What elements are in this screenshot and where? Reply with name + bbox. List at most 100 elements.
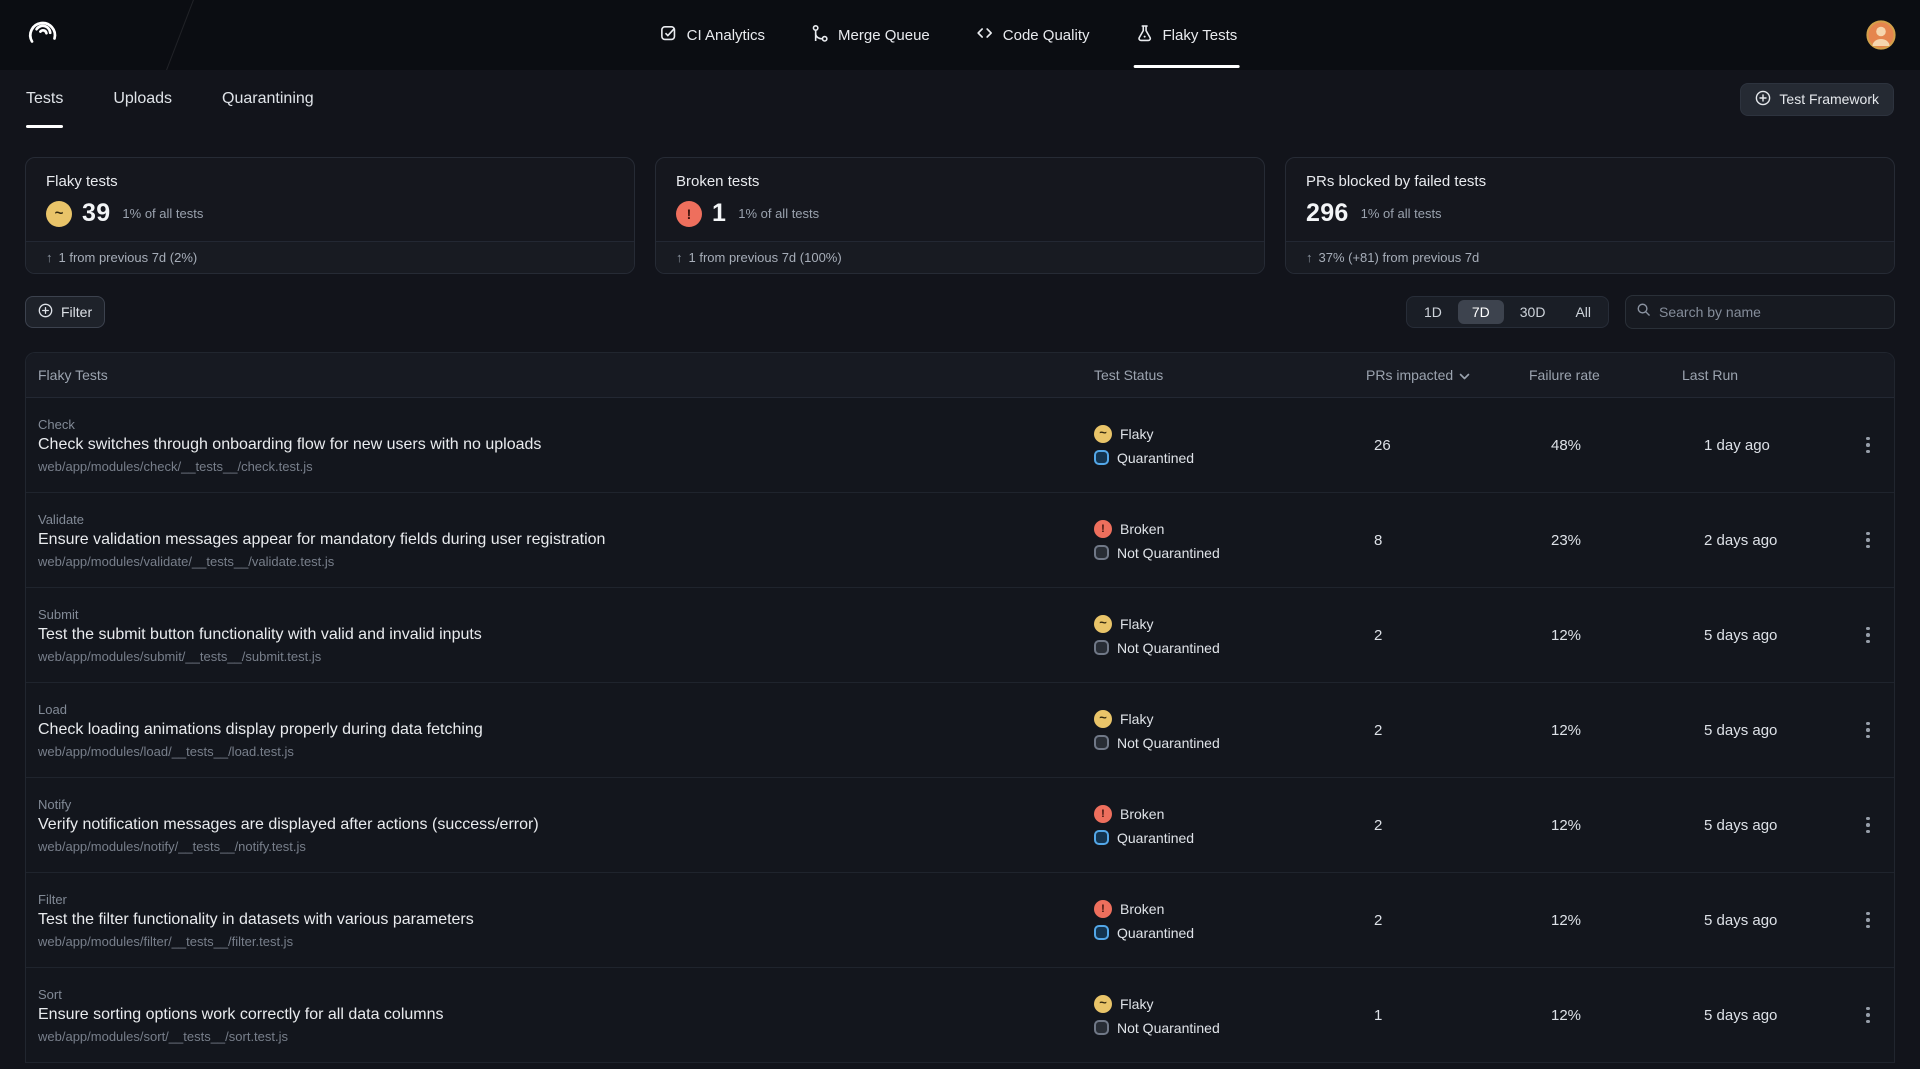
stat-card-flaky-tests: Flaky tests ~ 39 1% of all tests ↑ 1 fro… [25, 157, 635, 274]
quarantine-status-icon [1094, 830, 1109, 845]
test-title: Test the submit button functionality wit… [38, 626, 1082, 644]
stat-percentage: 1% of all tests [122, 206, 203, 221]
column-last-run: Last Run [1682, 367, 1842, 383]
table-row[interactable]: Notify Verify notification messages are … [26, 778, 1894, 873]
test-group: Submit [38, 607, 1082, 622]
app-header: CI Analytics Merge Queue Code Quality [0, 0, 1920, 70]
search-box [1625, 295, 1895, 329]
range-all[interactable]: All [1561, 300, 1605, 324]
nav-item-merge-queue[interactable]: Merge Queue [811, 0, 930, 70]
test-group: Sort [38, 987, 1082, 1002]
range-7d[interactable]: 7D [1458, 300, 1504, 324]
header-divider-slash [162, 0, 197, 81]
failure-rate-value: 48% [1529, 437, 1682, 454]
row-menu-button[interactable] [1860, 621, 1876, 650]
test-framework-button[interactable]: Test Framework [1740, 83, 1894, 116]
test-status-label: Flaky [1120, 426, 1153, 442]
arrow-up-icon: ↑ [46, 250, 53, 265]
row-menu-button[interactable] [1860, 1001, 1876, 1030]
prs-impacted-value: 2 [1366, 627, 1529, 644]
arrow-up-icon: ↑ [676, 250, 683, 265]
filter-button[interactable]: Filter [25, 296, 105, 328]
table-row[interactable]: Validate Ensure validation messages appe… [26, 493, 1894, 588]
quarantine-status-icon [1094, 735, 1109, 750]
stat-card-prs-blocked: PRs blocked by failed tests 296 1% of al… [1285, 157, 1895, 274]
stat-value: 296 [1306, 199, 1349, 228]
table-row[interactable]: Submit Test the submit button functional… [26, 588, 1894, 683]
column-test-status: Test Status [1094, 367, 1366, 383]
code-brackets-icon [976, 24, 994, 46]
test-status-label: Broken [1120, 521, 1164, 537]
test-title: Test the filter functionality in dataset… [38, 911, 1082, 929]
nav-label: Merge Queue [838, 27, 930, 44]
table-row[interactable]: Check Check switches through onboarding … [26, 398, 1894, 493]
check-square-icon [660, 24, 678, 46]
column-prs-impacted[interactable]: PRs impacted [1366, 367, 1529, 383]
failure-rate-value: 12% [1529, 627, 1682, 644]
trunk-logo-icon [24, 14, 62, 57]
failure-rate-value: 12% [1529, 912, 1682, 929]
test-group: Notify [38, 797, 1082, 812]
nav-label: Code Quality [1003, 27, 1090, 44]
test-group: Validate [38, 512, 1082, 527]
table-row[interactable]: Filter Test the filter functionality in … [26, 873, 1894, 968]
stat-trend: 1 from previous 7d (100%) [689, 250, 842, 265]
test-file-path: web/app/modules/submit/__tests__/submit.… [38, 649, 1082, 664]
table-row[interactable]: Sort Ensure sorting options work correct… [26, 968, 1894, 1063]
quarantine-status-icon [1094, 640, 1109, 655]
tab-tests[interactable]: Tests [26, 70, 63, 128]
quarantine-status-label: Quarantined [1117, 450, 1194, 466]
test-status-label: Flaky [1120, 616, 1153, 632]
flask-icon [1135, 24, 1153, 46]
test-group: Load [38, 702, 1082, 717]
column-label: PRs impacted [1366, 367, 1453, 383]
range-1d[interactable]: 1D [1410, 300, 1456, 324]
nav-label: CI Analytics [687, 27, 765, 44]
stat-cards: Flaky tests ~ 39 1% of all tests ↑ 1 fro… [25, 157, 1895, 274]
prs-impacted-value: 2 [1366, 912, 1529, 929]
column-failure-rate: Failure rate [1529, 367, 1682, 383]
test-title: Verify notification messages are display… [38, 816, 1082, 834]
quarantine-status-label: Not Quarantined [1117, 545, 1220, 561]
table-row[interactable]: Load Check loading animations display pr… [26, 683, 1894, 778]
prs-impacted-value: 1 [1366, 1007, 1529, 1024]
row-menu-button[interactable] [1860, 431, 1876, 460]
nav-item-ci-analytics[interactable]: CI Analytics [660, 0, 765, 70]
range-30d[interactable]: 30D [1506, 300, 1560, 324]
failure-rate-value: 12% [1529, 722, 1682, 739]
filter-label: Filter [61, 304, 92, 320]
row-menu-button[interactable] [1860, 811, 1876, 840]
stat-trend: 37% (+81) from previous 7d [1319, 250, 1480, 265]
failure-rate-value: 23% [1529, 532, 1682, 549]
plus-circle-icon [38, 303, 53, 321]
test-status-icon [1094, 615, 1112, 633]
section-tabbar: Tests Uploads Quarantining Test Framewor… [0, 70, 1920, 128]
test-status-icon [1094, 900, 1112, 918]
flaky-tests-table: Flaky Tests Test Status PRs impacted Fai… [25, 352, 1895, 1063]
user-avatar[interactable] [1866, 20, 1896, 50]
test-status-label: Flaky [1120, 711, 1153, 727]
stat-title: PRs blocked by failed tests [1306, 173, 1874, 190]
tab-quarantining[interactable]: Quarantining [222, 70, 314, 128]
tab-uploads[interactable]: Uploads [113, 70, 172, 128]
search-input[interactable] [1659, 304, 1884, 320]
test-title: Check loading animations display properl… [38, 721, 1082, 739]
arrow-up-icon: ↑ [1306, 250, 1313, 265]
prs-impacted-value: 8 [1366, 532, 1529, 549]
failure-rate-value: 12% [1529, 1007, 1682, 1024]
nav-item-code-quality[interactable]: Code Quality [976, 0, 1090, 70]
test-group: Filter [38, 892, 1082, 907]
stat-value: 1 [712, 199, 726, 228]
last-run-value: 5 days ago [1682, 912, 1842, 929]
test-file-path: web/app/modules/load/__tests__/load.test… [38, 744, 1082, 759]
last-run-value: 5 days ago [1682, 722, 1842, 739]
prs-impacted-value: 2 [1366, 817, 1529, 834]
row-menu-button[interactable] [1860, 906, 1876, 935]
app-logo[interactable] [24, 14, 62, 57]
table-header: Flaky Tests Test Status PRs impacted Fai… [26, 353, 1894, 398]
row-menu-button[interactable] [1860, 526, 1876, 555]
test-file-path: web/app/modules/validate/__tests__/valid… [38, 554, 1082, 569]
nav-item-flaky-tests[interactable]: Flaky Tests [1135, 0, 1237, 70]
test-status-icon [1094, 710, 1112, 728]
row-menu-button[interactable] [1860, 716, 1876, 745]
